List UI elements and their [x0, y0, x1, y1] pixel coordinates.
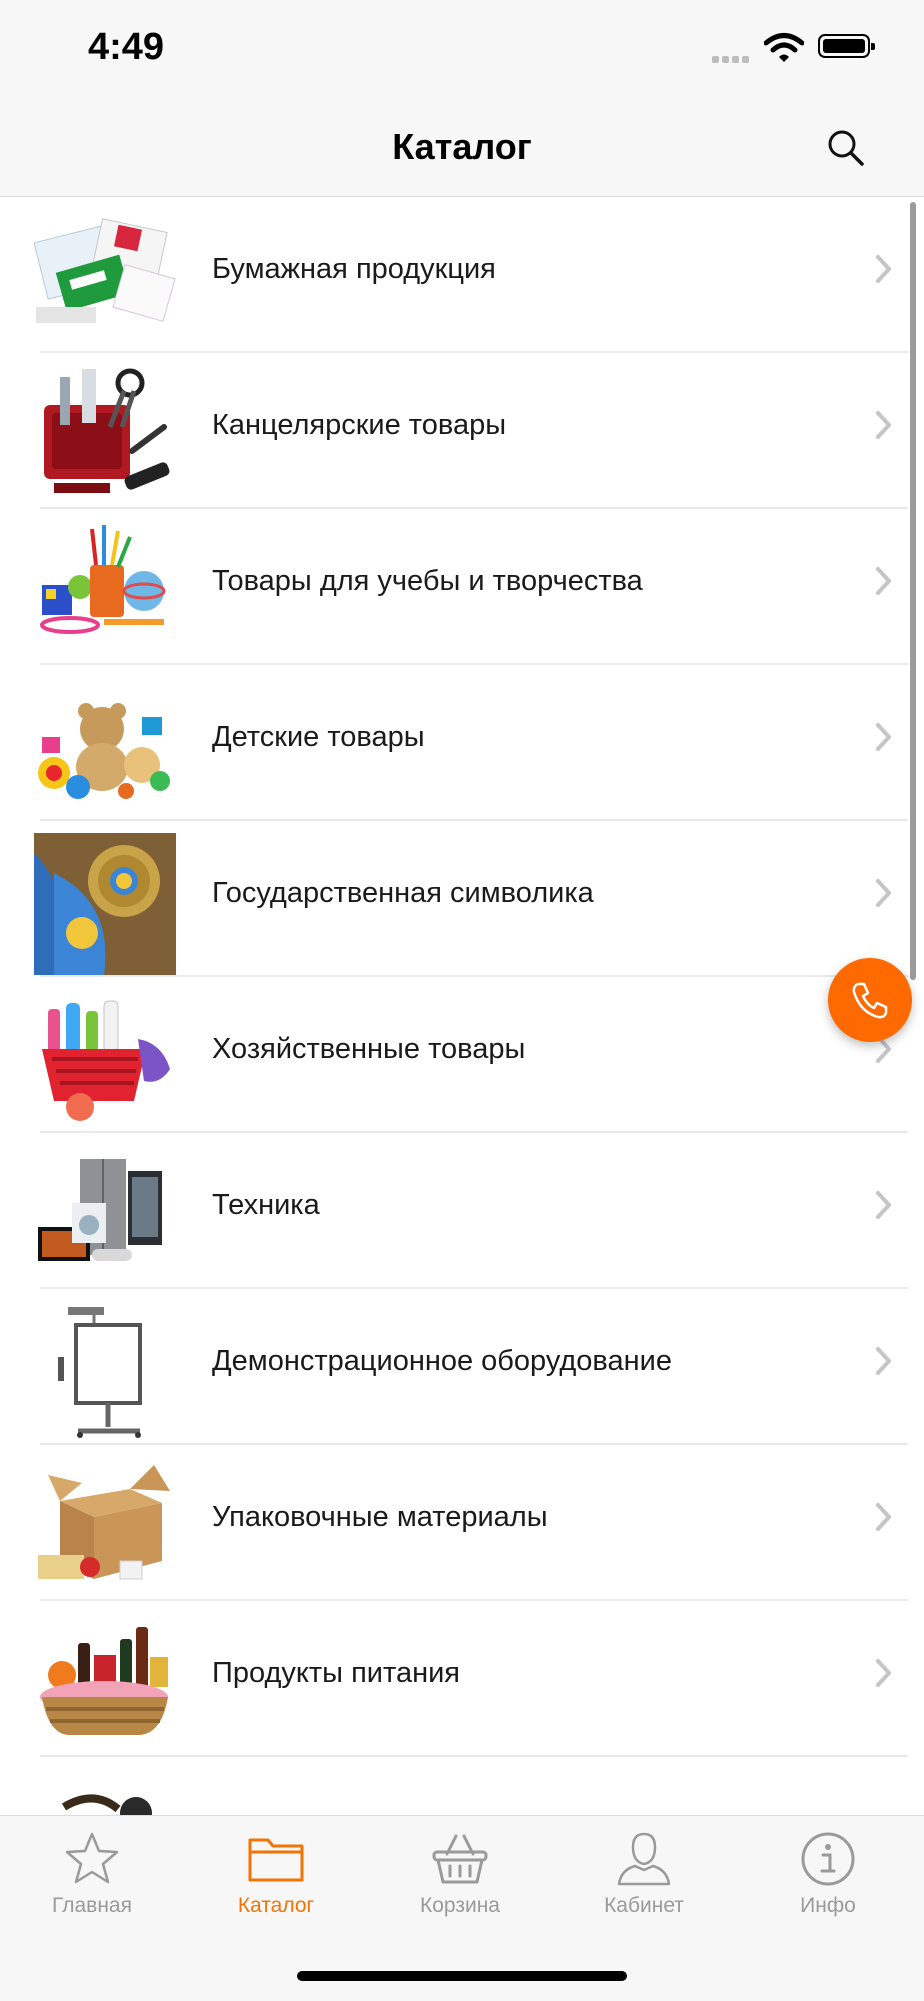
- catalog-item-label: Хозяйственные товары: [212, 1033, 526, 1065]
- wifi-icon: [764, 33, 804, 62]
- paper-products-image: [34, 218, 176, 323]
- status-time: 4:49: [88, 26, 165, 68]
- catalog-item-label: Упаковочные материалы: [212, 1501, 548, 1533]
- catalog-item-label: Государственная символика: [212, 877, 594, 909]
- star-icon: [65, 1832, 119, 1884]
- page-title: Каталог: [392, 126, 532, 167]
- basket-icon: [432, 1834, 488, 1884]
- partially-visible-item-image: [61, 1794, 152, 1815]
- folder-icon: [248, 1838, 304, 1882]
- status-bar: 4:49: [0, 0, 924, 100]
- catalog-item-label: Бумажная продукция: [212, 253, 496, 285]
- chevron-right-icon: [876, 411, 891, 439]
- tab-label: Инфо: [800, 1894, 856, 1917]
- catalog-item-school-art-supplies[interactable]: Товары для учебы и творчества: [0, 509, 924, 665]
- battery-icon: [818, 34, 875, 58]
- catalog-item-household-goods[interactable]: Хозяйственные товары: [0, 977, 924, 1133]
- chevron-right-icon: [876, 879, 891, 907]
- kids-toys-image: [38, 703, 170, 799]
- catalog-item-partial[interactable]: [0, 1757, 924, 1815]
- catalog-item-appliances[interactable]: Техника: [0, 1133, 924, 1289]
- search-icon: [828, 130, 864, 166]
- tab-home[interactable]: Главная: [0, 1830, 184, 1940]
- home-indicator: [297, 1971, 627, 1981]
- tab-label: Каталог: [237, 1894, 315, 1917]
- state-symbols-image: [34, 833, 176, 975]
- tab-cart[interactable]: Корзина: [368, 1830, 552, 1940]
- tab-label: Корзина: [420, 1894, 500, 1917]
- household-goods-image: [42, 1000, 170, 1121]
- search-button[interactable]: [822, 124, 870, 172]
- catalog-item-packaging-materials[interactable]: Упаковочные материалы: [0, 1445, 924, 1601]
- chevron-right-icon: [876, 1503, 891, 1531]
- stationery-image: [44, 368, 170, 493]
- tab-catalog[interactable]: Каталог: [184, 1830, 368, 1940]
- chevron-right-icon: [876, 255, 891, 283]
- navigation-bar: Каталог: [0, 100, 924, 197]
- school-art-supplies-image: [40, 525, 166, 634]
- call-button[interactable]: [828, 958, 912, 1042]
- catalog-item-stationery[interactable]: Канцелярские товары: [0, 353, 924, 509]
- user-icon: [617, 1832, 671, 1886]
- catalog-item-label: Техника: [212, 1189, 320, 1221]
- catalog-item-label: Канцелярские товары: [212, 409, 507, 441]
- catalog-item-paper-products[interactable]: Бумажная продукция: [0, 197, 924, 353]
- tab-account[interactable]: Кабинет: [552, 1830, 736, 1940]
- catalog-item-food-basket[interactable]: Продукты питания: [0, 1601, 924, 1757]
- catalog-item-state-symbols[interactable]: Государственная символика: [0, 821, 924, 977]
- info-icon: [801, 1832, 855, 1886]
- phone-icon: [852, 982, 888, 1019]
- catalog-item-presentation-equipment[interactable]: Демонстрационное оборудование: [0, 1289, 924, 1445]
- catalog-item-label: Продукты питания: [212, 1657, 460, 1689]
- presentation-equipment-image: [58, 1307, 142, 1438]
- catalog-item-kids-toys[interactable]: Детские товары: [0, 665, 924, 821]
- cellular-signal-icon: [712, 50, 752, 68]
- chevron-right-icon: [876, 1191, 891, 1219]
- catalog-item-label: Детские товары: [212, 721, 425, 753]
- catalog-item-label: Товары для учебы и творчества: [212, 565, 643, 597]
- appliances-image: [38, 1159, 162, 1261]
- catalog-list[interactable]: Бумажная продукция Канцелярские товары Т…: [0, 197, 924, 1815]
- packaging-materials-image: [38, 1465, 170, 1580]
- tab-label: Кабинет: [604, 1894, 684, 1917]
- tab-label: Главная: [52, 1894, 132, 1917]
- scrollbar[interactable]: [910, 202, 916, 980]
- chevron-right-icon: [876, 567, 891, 595]
- tab-info[interactable]: Инфо: [736, 1830, 920, 1940]
- chevron-right-icon: [876, 1659, 891, 1687]
- chevron-right-icon: [876, 723, 891, 751]
- catalog-item-label: Демонстрационное оборудование: [212, 1345, 672, 1377]
- chevron-right-icon: [876, 1347, 891, 1375]
- food-basket-image: [40, 1627, 168, 1735]
